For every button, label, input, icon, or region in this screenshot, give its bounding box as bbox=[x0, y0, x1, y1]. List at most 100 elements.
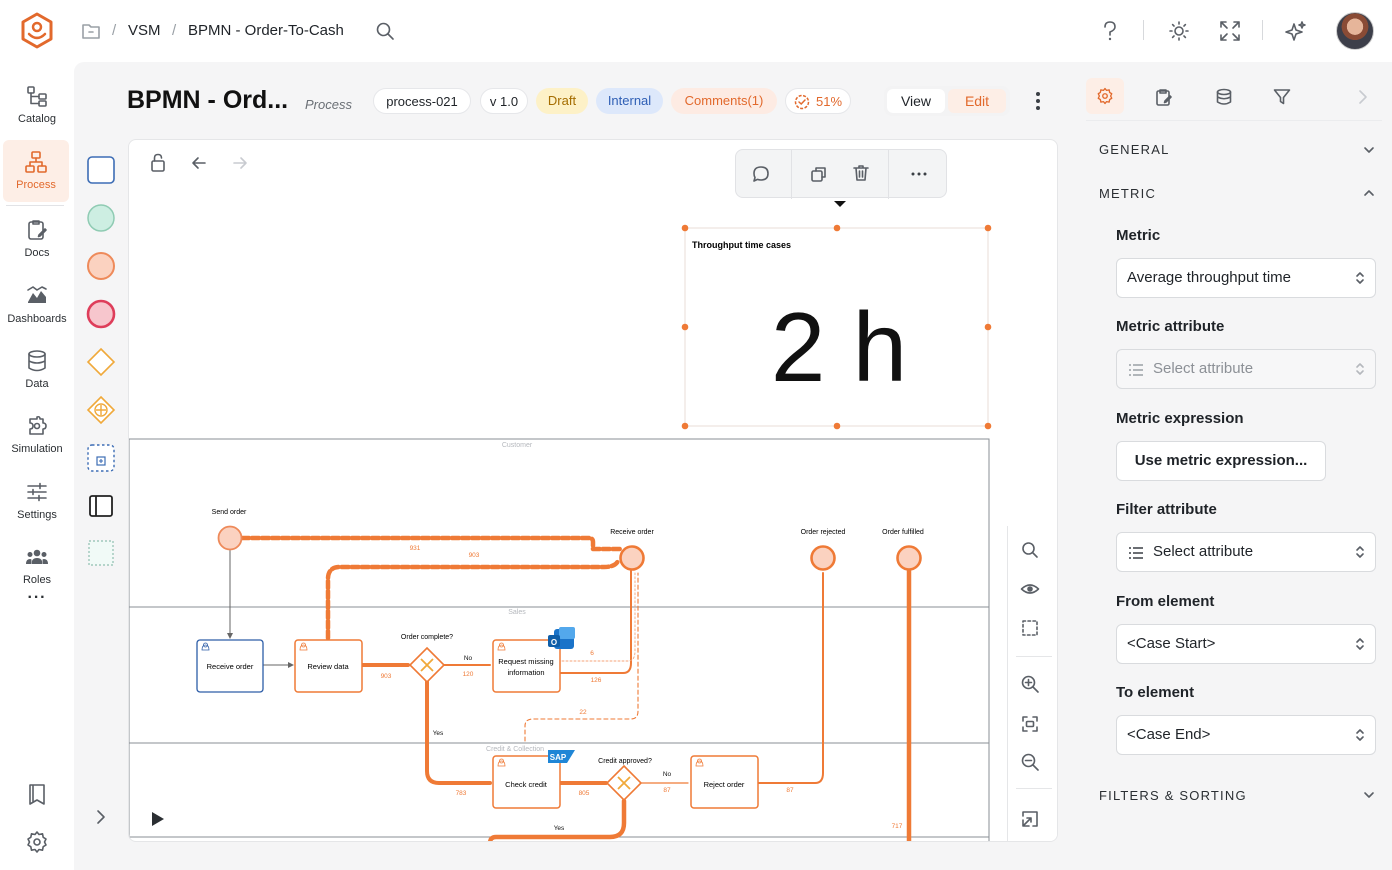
task-shape-tool[interactable] bbox=[86, 155, 116, 185]
event-label: Order fulfilled bbox=[882, 529, 924, 536]
chevron-down-icon[interactable] bbox=[1362, 144, 1376, 156]
outlook-app-icon: O bbox=[548, 627, 575, 649]
docs-icon bbox=[25, 218, 49, 242]
search-icon[interactable] bbox=[375, 21, 395, 41]
nav-label: Settings bbox=[17, 509, 57, 521]
tab-filter[interactable] bbox=[1272, 87, 1292, 107]
chevron-down-icon[interactable] bbox=[1362, 789, 1376, 801]
metric-attribute-select[interactable]: Select attribute bbox=[1116, 349, 1376, 389]
completion-badge[interactable]: 51% bbox=[785, 88, 851, 114]
left-nav: Catalog Process Docs Dashboards Data Sim… bbox=[0, 62, 74, 870]
nav-item-process[interactable]: Process bbox=[3, 140, 69, 202]
gateway-credit-approved[interactable] bbox=[605, 764, 643, 802]
nav-item-data[interactable]: Data bbox=[0, 339, 74, 401]
avatar[interactable] bbox=[1336, 12, 1374, 50]
lane-label-credit: Credit & Collection bbox=[486, 746, 544, 753]
event-receive-order[interactable] bbox=[619, 545, 645, 571]
collapse-icon[interactable] bbox=[1020, 809, 1040, 829]
divider bbox=[1016, 788, 1052, 789]
theme-sun-icon[interactable] bbox=[1168, 20, 1190, 42]
to-element-value: <Case End> bbox=[1127, 726, 1211, 743]
task-label: Check credit bbox=[505, 780, 548, 789]
nav-label: Catalog bbox=[18, 113, 56, 125]
more-nav-button[interactable]: ··· bbox=[0, 589, 74, 607]
tab-view[interactable]: View bbox=[887, 89, 945, 113]
metric-select[interactable]: Average throughput time bbox=[1116, 258, 1376, 298]
play-icon[interactable] bbox=[152, 812, 164, 826]
breadcrumb-vsm[interactable]: VSM bbox=[128, 22, 161, 39]
chevron-right-icon[interactable] bbox=[1354, 87, 1370, 107]
fullscreen-icon[interactable] bbox=[1219, 20, 1241, 42]
duplicate-icon[interactable] bbox=[809, 164, 829, 184]
nav-label: Docs bbox=[24, 247, 50, 259]
section-metric[interactable]: METRIC bbox=[1099, 186, 1156, 201]
lane-label-sales: Sales bbox=[508, 609, 526, 616]
event-send-order[interactable] bbox=[217, 525, 243, 551]
version-badge[interactable]: v 1.0 bbox=[480, 88, 528, 114]
visibility-badge[interactable]: Internal bbox=[596, 88, 663, 114]
filter-attribute-select[interactable]: Select attribute bbox=[1116, 532, 1376, 572]
tab-data[interactable] bbox=[1214, 87, 1234, 107]
nav-item-roles[interactable]: Roles bbox=[0, 535, 74, 597]
parallel-gateway-tool[interactable] bbox=[86, 395, 116, 425]
chevron-right-icon[interactable] bbox=[90, 806, 112, 828]
task-request-missing-information[interactable] bbox=[492, 639, 561, 693]
gateway-tool[interactable] bbox=[86, 347, 116, 377]
diagram-canvas[interactable]: Customer Sales Credit & Collection Send … bbox=[128, 139, 1058, 842]
help-icon[interactable] bbox=[1100, 20, 1120, 42]
more-horizontal-icon[interactable] bbox=[909, 164, 929, 184]
edge-count: 717 bbox=[892, 823, 903, 830]
tab-edit[interactable]: Edit bbox=[948, 89, 1006, 113]
nav-item-catalog[interactable]: Catalog bbox=[0, 74, 74, 136]
end-event-tool[interactable] bbox=[86, 299, 116, 329]
nav-item-simulation[interactable]: Simulation bbox=[0, 404, 74, 466]
nav-label: Simulation bbox=[11, 443, 63, 455]
completion-value: 51% bbox=[816, 94, 843, 109]
event-order-fulfilled[interactable] bbox=[896, 545, 922, 571]
event-order-rejected[interactable] bbox=[810, 545, 836, 571]
intermediate-event-tool[interactable] bbox=[86, 251, 116, 281]
zoom-out-icon[interactable] bbox=[1020, 752, 1040, 772]
nav-item-settings[interactable]: Settings bbox=[0, 470, 74, 532]
tab-settings[interactable] bbox=[1086, 78, 1124, 114]
task-label: Request missing bbox=[498, 657, 553, 666]
section-general[interactable]: GENERAL bbox=[1099, 142, 1170, 157]
app-logo-icon[interactable] bbox=[20, 12, 54, 50]
more-vertical-icon[interactable] bbox=[1028, 90, 1048, 112]
use-metric-expression-button[interactable]: Use metric expression... bbox=[1116, 441, 1326, 481]
catalog-icon bbox=[25, 84, 49, 108]
comment-icon[interactable] bbox=[751, 164, 771, 184]
bookmark-icon[interactable] bbox=[25, 782, 49, 808]
comments-badge[interactable]: Comments(1) bbox=[671, 88, 777, 114]
to-element-select[interactable]: <Case End> bbox=[1116, 715, 1376, 755]
zoom-in-icon[interactable] bbox=[1020, 674, 1040, 694]
search-icon[interactable] bbox=[1020, 540, 1040, 560]
section-filters-sorting[interactable]: FILTERS & SORTING bbox=[1099, 788, 1247, 803]
gateway-order-complete[interactable] bbox=[408, 646, 446, 684]
to-element-label: To element bbox=[1116, 684, 1195, 701]
gear-icon[interactable] bbox=[25, 830, 49, 854]
status-badge[interactable]: Draft bbox=[536, 88, 588, 114]
ai-sparkle-icon[interactable] bbox=[1285, 20, 1307, 42]
eye-icon[interactable] bbox=[1020, 579, 1040, 599]
clipboard-edit-icon bbox=[1156, 89, 1172, 106]
nav-item-docs[interactable]: Docs bbox=[0, 208, 74, 270]
select-updown-icon bbox=[1356, 729, 1364, 741]
from-element-select[interactable]: <Case Start> bbox=[1116, 624, 1376, 664]
chevron-up-icon[interactable] bbox=[1362, 187, 1376, 199]
divider bbox=[1086, 120, 1382, 121]
tab-docs[interactable] bbox=[1154, 87, 1174, 107]
selection-area-icon[interactable] bbox=[1020, 618, 1040, 638]
gateway-label: Order complete? bbox=[401, 634, 453, 641]
nav-item-dashboards[interactable]: Dashboards bbox=[0, 274, 74, 336]
subprocess-tool[interactable] bbox=[86, 443, 116, 473]
fit-to-screen-icon[interactable] bbox=[1020, 714, 1040, 734]
folder-icon[interactable] bbox=[81, 22, 101, 40]
pool-tool[interactable] bbox=[86, 491, 116, 521]
trash-icon[interactable] bbox=[851, 163, 871, 183]
filter-attribute-label: Filter attribute bbox=[1116, 501, 1217, 518]
group-tool[interactable] bbox=[86, 538, 116, 568]
divider bbox=[1262, 20, 1263, 40]
metric-attribute-label: Metric attribute bbox=[1116, 318, 1225, 335]
start-event-tool[interactable] bbox=[86, 203, 116, 233]
